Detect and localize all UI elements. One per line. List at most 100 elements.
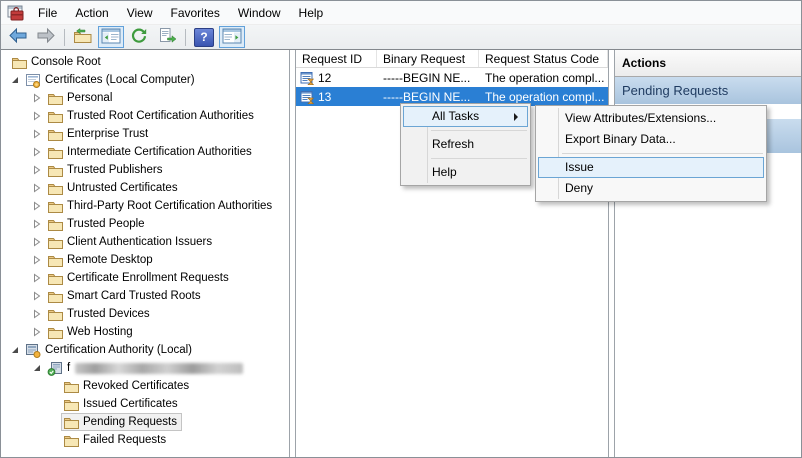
folder-icon	[47, 92, 63, 105]
menu-item-deny[interactable]: Deny	[538, 178, 764, 199]
forward-button[interactable]	[33, 26, 59, 48]
menu-item-issue[interactable]: Issue	[538, 157, 764, 178]
tree-row: Trusted Publishers	[1, 161, 289, 179]
tree-item-certification-authority-local[interactable]: Certification Authority (Local)	[23, 341, 197, 359]
tree-row: Console Root	[1, 53, 289, 71]
menu-item-label: Deny	[565, 181, 593, 195]
expander-collapsed-icon[interactable]	[29, 111, 45, 121]
expander-collapsed-icon[interactable]	[29, 255, 45, 265]
tree-item-label: Intermediate Certification Authorities	[67, 146, 252, 158]
menu-item-view-attributes-extensions[interactable]: View Attributes/Extensions...	[538, 108, 764, 129]
menu-item-all-tasks[interactable]: All Tasks	[403, 106, 528, 127]
column-header-request-id[interactable]: Request ID	[296, 50, 377, 67]
console-window-icon[interactable]	[5, 4, 25, 21]
show-action-pane-button[interactable]	[219, 26, 245, 48]
toolbar-separator	[185, 29, 186, 46]
tree-item-issued-certificates[interactable]: Issued Certificates	[61, 395, 183, 413]
tree-item-untrusted-certificates[interactable]: Untrusted Certificates	[45, 179, 183, 197]
expander-collapsed-icon[interactable]	[29, 273, 45, 283]
expander-collapsed-icon[interactable]	[29, 183, 45, 193]
menu-item-label: View Attributes/Extensions...	[565, 111, 716, 125]
expander-collapsed-icon[interactable]	[29, 147, 45, 157]
tree-item-certificates-local-computer[interactable]: Certificates (Local Computer)	[23, 71, 200, 89]
menu-view[interactable]: View	[118, 3, 162, 23]
expander-expanded-icon[interactable]	[29, 363, 45, 373]
menu-item-refresh[interactable]: Refresh	[403, 134, 528, 155]
tree-item-enterprise-trust[interactable]: Enterprise Trust	[45, 125, 153, 143]
tree-item-f[interactable]: f	[45, 359, 248, 377]
tree-item-failed-requests[interactable]: Failed Requests	[61, 431, 171, 449]
actions-section-header[interactable]: Pending Requests	[615, 77, 801, 104]
expander-collapsed-icon[interactable]	[29, 165, 45, 175]
export-list-button[interactable]	[154, 26, 180, 48]
tree-item-certificate-enrollment-requests[interactable]: Certificate Enrollment Requests	[45, 269, 234, 287]
request-row[interactable]: 12-----BEGIN NE...The operation compl...	[296, 68, 608, 87]
menu-window[interactable]: Window	[229, 3, 290, 23]
tree-row: Trusted People	[1, 215, 289, 233]
tree-item-trusted-root-certification-authorities[interactable]: Trusted Root Certification Authorities	[45, 107, 259, 125]
folder-icon	[47, 290, 63, 303]
menu-item-help[interactable]: Help	[403, 162, 528, 183]
tree-item-trusted-people[interactable]: Trusted People	[45, 215, 150, 233]
tree-row: Certificates (Local Computer)	[1, 71, 289, 89]
actions-pane-title: Actions	[615, 50, 801, 77]
back-button[interactable]	[5, 26, 31, 48]
certification-authority-icon	[25, 343, 41, 358]
column-header-request-status-code[interactable]: Request Status Code	[479, 50, 608, 67]
tree-item-client-authentication-issuers[interactable]: Client Authentication Issuers	[45, 233, 217, 251]
expander-collapsed-icon[interactable]	[29, 291, 45, 301]
binary-request-cell: -----BEGIN NE...	[377, 71, 479, 85]
tree-item-label: Third-Party Root Certification Authoriti…	[67, 200, 272, 212]
tree-item-label: Client Authentication Issuers	[67, 236, 212, 248]
menu-bar: FileActionViewFavoritesWindowHelp	[1, 1, 801, 25]
menu-item-export-binary-data[interactable]: Export Binary Data...	[538, 129, 764, 150]
expander-collapsed-icon[interactable]	[29, 219, 45, 229]
tree-item-label: Pending Requests	[83, 416, 177, 428]
tree-row: Certification Authority (Local)	[1, 341, 289, 359]
tree-item-revoked-certificates[interactable]: Revoked Certificates	[61, 377, 194, 395]
tree-item-label: Trusted Devices	[67, 308, 150, 320]
refresh-icon	[130, 27, 148, 48]
folder-icon	[47, 236, 63, 249]
expander-collapsed-icon[interactable]	[29, 201, 45, 211]
tree-item-label: Issued Certificates	[83, 398, 178, 410]
tree-item-third-party-root-certification-authorities[interactable]: Third-Party Root Certification Authoriti…	[45, 197, 277, 215]
expander-collapsed-icon[interactable]	[29, 237, 45, 247]
menu-action[interactable]: Action	[66, 3, 117, 23]
tree-item-personal[interactable]: Personal	[45, 89, 117, 107]
menu-separator	[562, 153, 763, 154]
up-one-level-button[interactable]	[70, 26, 96, 48]
request-id-cell: 12	[296, 71, 377, 85]
show-console-tree-button[interactable]	[98, 26, 124, 48]
tree-item-label: Revoked Certificates	[83, 380, 189, 392]
folder-icon	[63, 398, 79, 411]
help-button[interactable]: ?	[191, 26, 217, 48]
expander-collapsed-icon[interactable]	[29, 309, 45, 319]
tree-item-trusted-publishers[interactable]: Trusted Publishers	[45, 161, 167, 179]
expander-collapsed-icon[interactable]	[29, 327, 45, 337]
tree-item-pending-requests[interactable]: Pending Requests	[61, 413, 182, 431]
menu-file[interactable]: File	[29, 3, 66, 23]
tree-item-intermediate-certification-authorities[interactable]: Intermediate Certification Authorities	[45, 143, 257, 161]
menu-help[interactable]: Help	[290, 3, 333, 23]
tree-item-web-hosting[interactable]: Web Hosting	[45, 323, 138, 341]
folder-icon	[63, 416, 79, 429]
tree-item-smart-card-trusted-roots[interactable]: Smart Card Trusted Roots	[45, 287, 206, 305]
expander-expanded-icon[interactable]	[7, 75, 23, 85]
submenu-arrow-icon	[514, 113, 518, 121]
refresh-button[interactable]	[126, 26, 152, 48]
tree-item-console-root[interactable]: Console Root	[9, 53, 106, 71]
tree-item-trusted-devices[interactable]: Trusted Devices	[45, 305, 155, 323]
expander-collapsed-icon[interactable]	[29, 93, 45, 103]
tree-item-remote-desktop[interactable]: Remote Desktop	[45, 251, 158, 269]
expander-collapsed-icon[interactable]	[29, 129, 45, 139]
menu-favorites[interactable]: Favorites	[162, 3, 229, 23]
tree-item-label: Personal	[67, 92, 112, 104]
column-header-binary-request[interactable]: Binary Request	[377, 50, 479, 67]
request-status-cell: The operation compl...	[479, 71, 608, 85]
splitter-left[interactable]	[289, 50, 296, 457]
expander-expanded-icon[interactable]	[7, 345, 23, 355]
tree-item-label: Certificate Enrollment Requests	[67, 272, 229, 284]
tree-row: Revoked Certificates	[1, 377, 289, 395]
tree-row: f	[1, 359, 289, 377]
